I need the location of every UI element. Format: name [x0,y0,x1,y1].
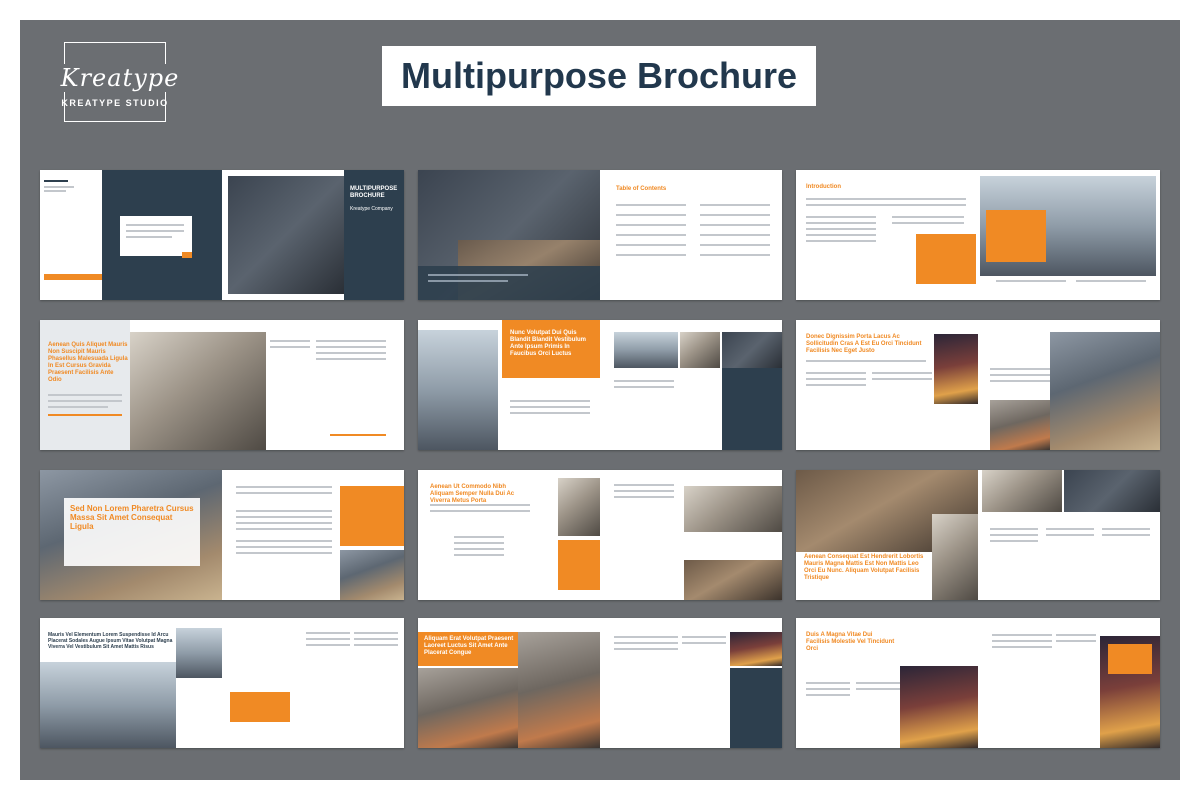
spread-heading: Nunc Volutpat Dui Quis Blandit Blandit V… [510,330,587,357]
brochure-spread-cover: MULTIPURPOSE BROCHURE Kreatype Company [40,170,404,300]
spread-heading: Sed Non Lorem Pharetra Cursus Massa Sit … [70,504,194,531]
spread-heading: Aenean Ut Commodo Nibh Aliquam Semper Nu… [430,484,515,504]
spread-heading: Duis A Magna Vitae Dui Facilisis Molesti… [806,632,895,652]
spread-heading: Aliquam Erat Volutpat Praesent Laoreet L… [424,636,514,656]
brochure-spread-city: Donec Dignissim Porta Lacus Ac Sollicitu… [796,320,1160,450]
title-banner: Multipurpose Brochure [382,46,816,106]
brochure-spread-nightlife: Duis A Magna Vitae Dui Facilisis Molesti… [796,618,1160,748]
brochure-spread-team: Aenean Ut Commodo Nibh Aliquam Semper Nu… [418,470,782,600]
brand-logo: Kreatype KREATYPE STUDIO [50,42,190,134]
spread-heading: Aenean Consequat Est Hendrerit Lobortis … [804,554,924,581]
spread-heading: Donec Dignissim Porta Lacus Ac Sollicitu… [806,334,922,354]
brochure-spread-architecture: Nunc Volutpat Dui Quis Blandit Blandit V… [418,320,782,450]
spread-heading: Table of Contents [616,186,667,192]
spread-heading: MULTIPURPOSE BROCHURE [350,186,398,199]
brochure-spread-contents: Table of Contents [418,170,782,300]
presentation-frame: Kreatype KREATYPE STUDIO Multipurpose Br… [20,20,1180,780]
brochure-spread-business: Aenean Quis Aliquet Mauris Non Suscipit … [40,320,404,450]
logo-studio-name: KREATYPE STUDIO [61,98,169,108]
spread-heading: Introduction [806,184,841,190]
brochure-spread-atrium: Mauris Vel Elementum Lorem Suspendisse I… [40,618,404,748]
brochure-spread-aerial: Sed Non Lorem Pharetra Cursus Massa Sit … [40,470,404,600]
page-title: Multipurpose Brochure [400,55,798,96]
spread-heading: Mauris Vel Elementum Lorem Suspendisse I… [48,632,173,650]
logo-script-wordmark: Kreatype [50,64,190,92]
spread-subheading: Kreatype Company [350,206,393,212]
brochure-spread-introduction: Introduction [796,170,1160,300]
spread-heading: Aenean Quis Aliquet Mauris Non Suscipit … [48,342,128,383]
brochure-spread-workspace: Aenean Consequat Est Hendrerit Lobortis … [796,470,1160,600]
brochure-spread-crowd: Aliquam Erat Volutpat Praesent Laoreet L… [418,618,782,748]
